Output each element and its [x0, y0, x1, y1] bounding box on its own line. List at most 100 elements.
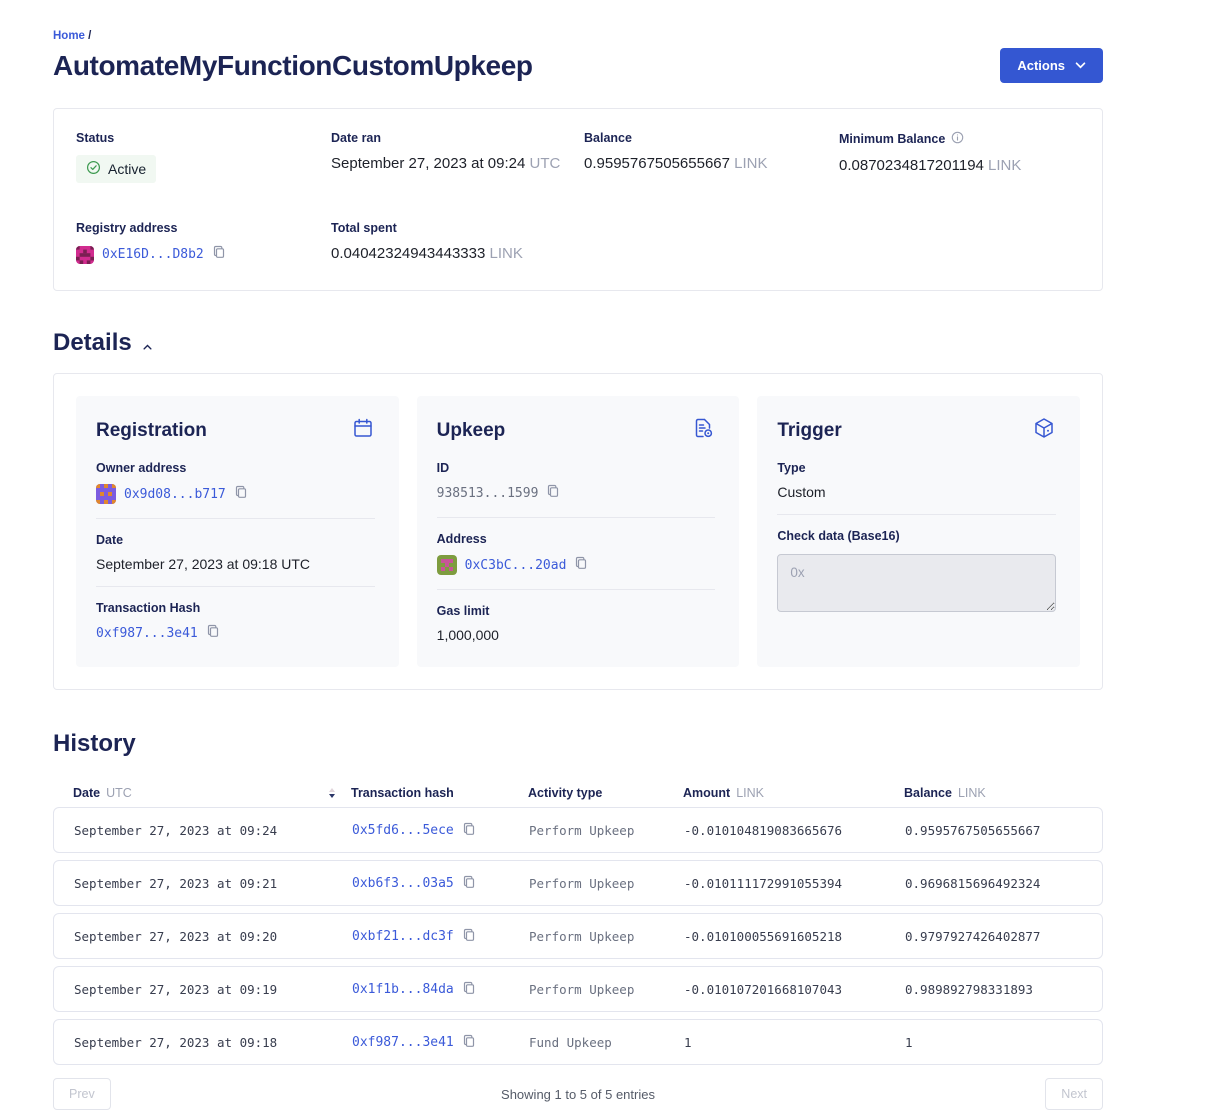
total-spent-value: 0.04042324943443333 — [331, 245, 485, 262]
copy-icon[interactable] — [462, 822, 476, 839]
status-label: Status — [76, 131, 331, 145]
check-data-label: Check data (Base16) — [777, 529, 1056, 543]
upkeep-address-link[interactable]: 0xC3bC...20ad — [465, 558, 567, 573]
check-data-input[interactable] — [777, 554, 1056, 612]
chevron-down-icon — [1075, 62, 1086, 69]
gas-limit-value: 1,000,000 — [437, 627, 716, 643]
copy-icon[interactable] — [462, 1034, 476, 1051]
balance-value: 0.9595767505655667 — [584, 155, 730, 172]
owner-identicon — [96, 484, 116, 504]
sort-icon[interactable] — [329, 788, 335, 798]
row-date: September 27, 2023 at 09:21 — [74, 876, 352, 891]
status-badge: Active — [76, 155, 156, 183]
info-icon[interactable] — [951, 131, 964, 147]
trigger-type-value: Custom — [777, 484, 1056, 500]
summary-card: Status Active Date ran September 27, 202… — [53, 108, 1103, 291]
cube-icon — [1032, 416, 1056, 445]
actions-button-label: Actions — [1017, 58, 1065, 73]
table-row: September 27, 2023 at 09:19 0x1f1b...84d… — [53, 966, 1103, 1012]
row-tx-link[interactable]: 0x1f1b...84da — [352, 982, 454, 997]
check-circle-icon — [86, 160, 101, 178]
upkeep-card: Upkeep ID 938513...1599 Address 0xC3bC..… — [417, 396, 740, 667]
total-spent-label: Total spent — [331, 221, 584, 235]
balance-unit: LINK — [734, 155, 767, 172]
copy-icon[interactable] — [212, 245, 226, 264]
gas-limit-label: Gas limit — [437, 604, 716, 618]
row-activity: Perform Upkeep — [529, 823, 684, 838]
registry-address-link[interactable]: 0xE16D...D8b2 — [102, 247, 204, 262]
summary-min-balance: Minimum Balance 0.0870234817201194 LINK — [839, 131, 1102, 183]
summary-total-spent: Total spent 0.04042324943443333 LINK — [331, 221, 584, 264]
row-tx-link[interactable]: 0xf987...3e41 — [352, 1035, 454, 1050]
row-activity: Perform Upkeep — [529, 876, 684, 891]
row-date: September 27, 2023 at 09:24 — [74, 823, 352, 838]
row-amount: -0.010111172991055394 — [684, 876, 905, 891]
column-header-activity: Activity type — [528, 786, 683, 800]
row-amount: -0.010100055691605218 — [684, 929, 905, 944]
upkeep-title: Upkeep — [437, 420, 506, 442]
date-ran-utc: UTC — [529, 155, 560, 172]
column-header-balance: Balance — [904, 786, 952, 800]
breadcrumb: Home / — [53, 30, 1103, 42]
row-amount: -0.010107201668107043 — [684, 982, 905, 997]
title-row: AutomateMyFunctionCustomUpkeep Actions — [53, 48, 1103, 83]
actions-button[interactable]: Actions — [1000, 48, 1103, 83]
copy-icon[interactable] — [574, 556, 588, 575]
copy-icon[interactable] — [546, 484, 560, 503]
summary-balance: Balance 0.9595767505655667 LINK — [584, 131, 839, 183]
registry-identicon — [76, 246, 94, 264]
copy-icon[interactable] — [462, 875, 476, 892]
row-balance: 0.9696815696492324 — [905, 876, 1082, 891]
table-header: Date UTC Transaction hash Activity type … — [53, 786, 1103, 800]
table-row: September 27, 2023 at 09:20 0xbf21...dc3… — [53, 913, 1103, 959]
row-balance: 0.9595767505655667 — [905, 823, 1082, 838]
row-date: September 27, 2023 at 09:18 — [74, 1035, 352, 1050]
row-tx-link[interactable]: 0xb6f3...03a5 — [352, 876, 454, 891]
balance-label: Balance — [584, 131, 839, 145]
upkeep-identicon — [437, 555, 457, 575]
date-ran-label: Date ran — [331, 131, 584, 145]
min-balance-label: Minimum Balance — [839, 132, 945, 146]
owner-address-link[interactable]: 0x9d08...b717 — [124, 487, 226, 502]
row-activity: Perform Upkeep — [529, 982, 684, 997]
summary-registry: Registry address 0xE16D...D8b2 — [76, 221, 331, 264]
page: Home / AutomateMyFunctionCustomUpkeep Ac… — [53, 0, 1103, 1109]
row-activity: Perform Upkeep — [529, 929, 684, 944]
min-balance-value: 0.0870234817201194 — [839, 157, 984, 174]
total-spent-unit: LINK — [490, 245, 523, 262]
page-title: AutomateMyFunctionCustomUpkeep — [53, 50, 533, 82]
table-row: September 27, 2023 at 09:18 0xf987...3e4… — [53, 1019, 1103, 1065]
upkeep-id-label: ID — [437, 461, 716, 475]
column-header-amount: Amount — [683, 786, 730, 800]
trigger-type-label: Type — [777, 461, 1056, 475]
breadcrumb-home-link[interactable]: Home — [53, 30, 85, 42]
transaction-hash-link[interactable]: 0xf987...3e41 — [96, 626, 198, 641]
upkeep-address-label: Address — [437, 532, 716, 546]
registration-date-label: Date — [96, 533, 375, 547]
column-header-date[interactable]: Date UTC — [73, 786, 351, 800]
breadcrumb-separator: / — [88, 30, 91, 42]
details-section-head: Details — [53, 329, 1103, 357]
table-row: September 27, 2023 at 09:21 0xb6f3...03a… — [53, 860, 1103, 906]
calendar-icon — [351, 416, 375, 445]
copy-icon[interactable] — [462, 981, 476, 998]
date-column-label: Date — [73, 786, 100, 800]
copy-icon[interactable] — [462, 928, 476, 945]
amount-column-unit: LINK — [736, 786, 764, 800]
chevron-up-icon — [143, 338, 152, 353]
collapse-details-button[interactable] — [141, 336, 154, 355]
summary-status: Status Active — [76, 131, 331, 183]
row-balance: 0.9797927426402877 — [905, 929, 1082, 944]
copy-icon[interactable] — [206, 624, 220, 643]
copy-icon[interactable] — [234, 485, 248, 504]
history-heading: History — [53, 730, 1103, 758]
row-activity: Fund Upkeep — [529, 1035, 684, 1050]
trigger-card: Trigger Type Custom Check data (Base16) — [757, 396, 1080, 667]
date-ran-value: September 27, 2023 at 09:24 — [331, 155, 525, 172]
row-balance: 1 — [905, 1035, 1082, 1050]
row-tx-link[interactable]: 0x5fd6...5ece — [352, 823, 454, 838]
registration-card: Registration Owner address 0x9d08...b717… — [76, 396, 399, 667]
balance-column-unit: LINK — [958, 786, 986, 800]
date-column-unit: UTC — [106, 786, 132, 800]
row-tx-link[interactable]: 0xbf21...dc3f — [352, 929, 454, 944]
